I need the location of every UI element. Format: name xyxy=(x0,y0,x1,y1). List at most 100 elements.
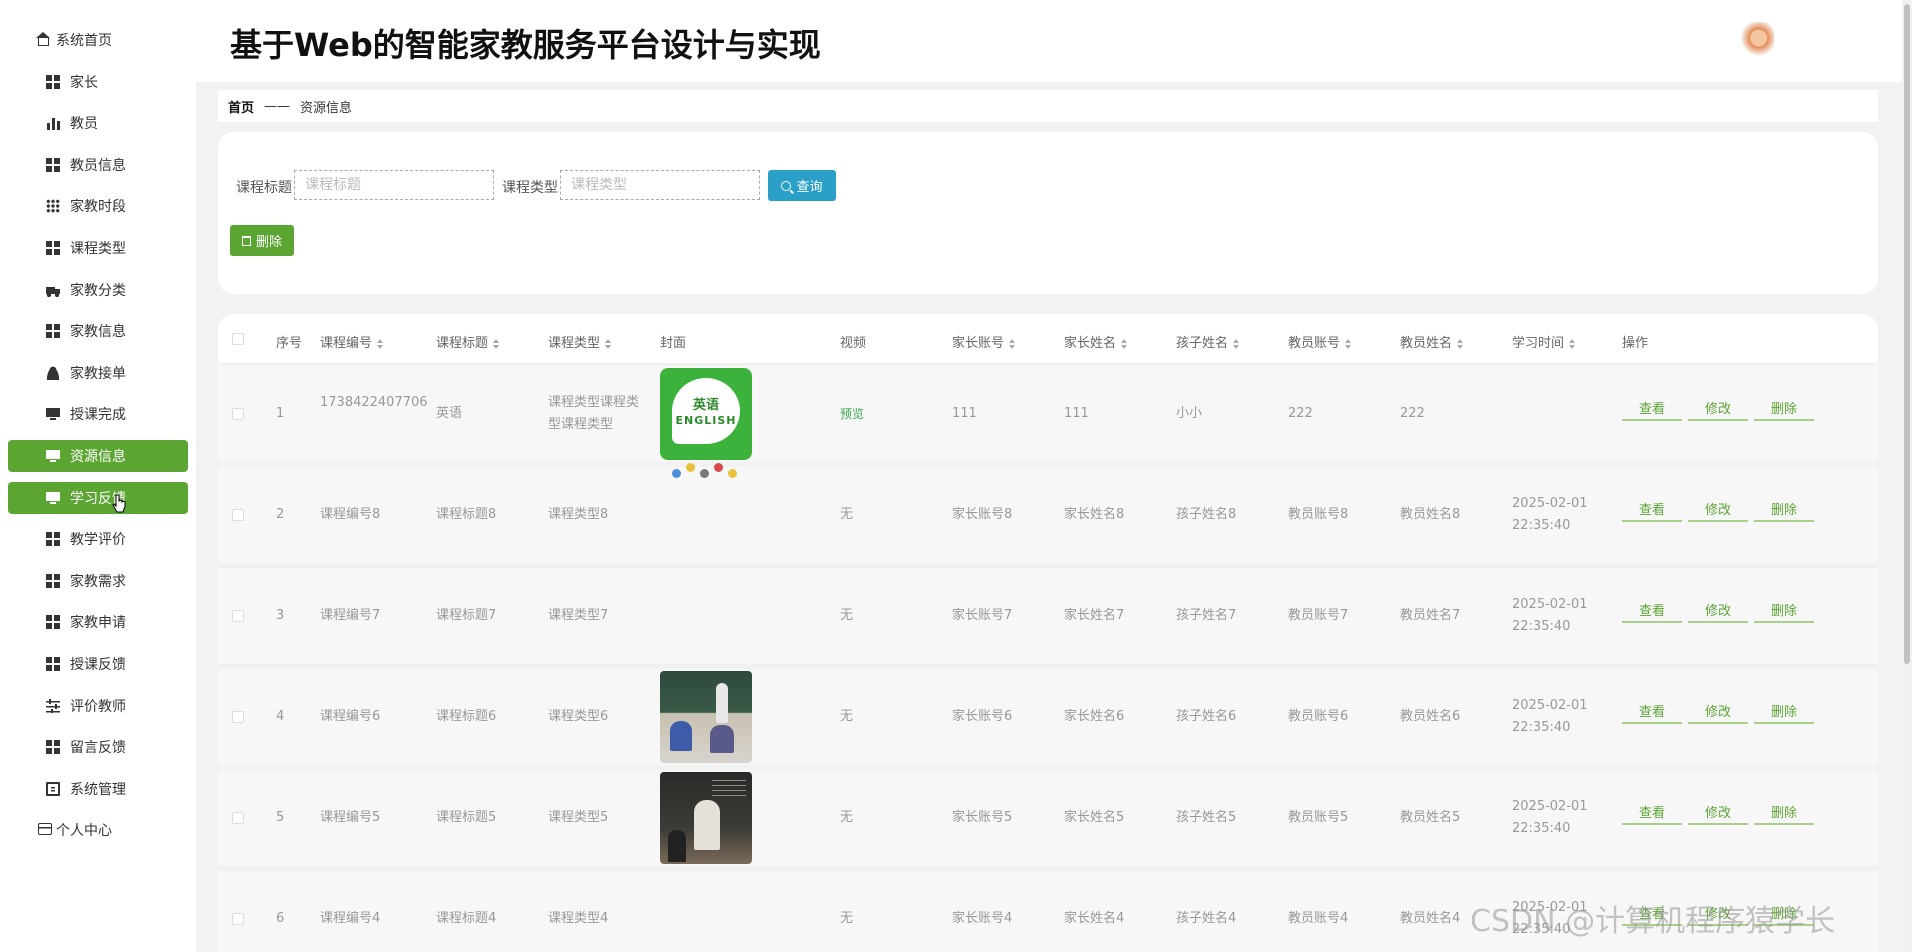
column-header[interactable]: 家长姓名 xyxy=(1064,332,1128,351)
sidebar-item[interactable]: 教员 xyxy=(8,107,188,139)
edit-button[interactable]: 修改 xyxy=(1688,497,1748,522)
home-icon xyxy=(36,32,50,46)
column-header[interactable]: 课程标题 xyxy=(436,332,500,351)
sidebar-item[interactable]: 个人中心 xyxy=(8,814,188,846)
select-all-checkbox[interactable] xyxy=(232,333,244,345)
column-header[interactable]: 孩子姓名 xyxy=(1176,332,1240,351)
sort-icon[interactable] xyxy=(1121,338,1128,349)
edit-button[interactable]: 修改 xyxy=(1688,699,1748,724)
sort-icon[interactable] xyxy=(1009,338,1016,349)
cell-child-name: 孩子姓名5 xyxy=(1176,810,1237,825)
sidebar-item[interactable]: 家教需求 xyxy=(8,565,188,597)
sort-icon[interactable] xyxy=(1345,338,1352,349)
sidebar-item[interactable]: 系统首页 xyxy=(8,24,188,56)
sidebar-item-label: 家教信息 xyxy=(70,324,126,341)
sidebar-item[interactable]: 系统管理 xyxy=(8,773,188,805)
truck-icon xyxy=(46,282,60,297)
row-checkbox[interactable] xyxy=(232,913,244,925)
sort-icon[interactable] xyxy=(1569,338,1576,349)
watermark: CSDN @计算机程序猿学长 xyxy=(1470,904,1836,939)
grid-icon xyxy=(46,157,60,172)
edit-button[interactable]: 修改 xyxy=(1688,396,1748,421)
table-row: 4 课程编号6 课程标题6 课程类型6 无 家长账号6 家长姓名6 孩子姓名6 教员账号6 教员姓… xyxy=(218,669,1878,765)
view-button[interactable]: 查看 xyxy=(1622,396,1682,421)
sort-icon[interactable] xyxy=(493,338,500,349)
chalkboard xyxy=(712,780,746,800)
sort-icon[interactable] xyxy=(377,338,384,349)
view-button[interactable]: 查看 xyxy=(1622,598,1682,623)
page-scrollbar[interactable] xyxy=(1902,0,1912,952)
sidebar-item[interactable]: 授课反馈 xyxy=(8,648,188,680)
sidebar-item[interactable]: 家教分类 xyxy=(8,274,188,306)
grid-icon xyxy=(46,740,60,755)
view-button[interactable]: 查看 xyxy=(1622,699,1682,724)
sidebar-item[interactable]: 家教信息 xyxy=(8,315,188,347)
sidebar-item-label: 资源信息 xyxy=(70,449,126,465)
row-checkbox[interactable] xyxy=(232,408,244,420)
cell-parent-account: 111 xyxy=(952,406,977,421)
sort-icon[interactable] xyxy=(605,338,612,349)
delete-button[interactable]: 删除 xyxy=(1754,396,1814,421)
course-type-input[interactable] xyxy=(560,170,760,200)
grid-icon xyxy=(46,615,60,630)
sidebar-item[interactable]: 家教申请 xyxy=(8,606,188,638)
sidebar-item[interactable]: 课程类型 xyxy=(8,232,188,264)
delete-button[interactable]: 删除 xyxy=(1754,497,1814,522)
sort-icon[interactable] xyxy=(1457,338,1464,349)
sidebar-item-label: 家教需求 xyxy=(70,573,126,590)
person-icon xyxy=(46,365,60,380)
delete-button[interactable]: 删除 xyxy=(1754,699,1814,724)
cell-code: 1738422407706 xyxy=(320,395,428,410)
column-header[interactable]: 教员姓名 xyxy=(1400,332,1464,351)
card-icon xyxy=(38,823,52,836)
sidebar-item[interactable]: 家教接单 xyxy=(8,357,188,389)
column-header[interactable]: 课程编号 xyxy=(320,332,384,351)
row-checkbox[interactable] xyxy=(232,610,244,622)
view-button[interactable]: 查看 xyxy=(1622,497,1682,522)
row-checkbox[interactable] xyxy=(232,711,244,723)
cell-video[interactable]: 预览 xyxy=(840,403,900,425)
bar-chart-icon xyxy=(46,116,60,131)
delete-button[interactable]: 删除 xyxy=(1754,598,1814,623)
user-avatar[interactable] xyxy=(1740,22,1774,62)
sidebar-item[interactable]: 教学评价 xyxy=(8,523,188,555)
cell-title: 课程标题7 xyxy=(436,608,497,623)
sidebar-item-label: 教员信息 xyxy=(70,157,126,174)
row-checkbox[interactable] xyxy=(232,812,244,824)
column-header[interactable]: 学习时间 xyxy=(1512,332,1576,351)
row-checkbox[interactable] xyxy=(232,509,244,521)
sidebar-item-label: 授课完成 xyxy=(70,407,126,424)
delete-button[interactable]: 删除 xyxy=(1754,800,1814,825)
edit-button[interactable]: 修改 xyxy=(1688,800,1748,825)
breadcrumb-home[interactable]: 首页 xyxy=(228,97,254,116)
course-title-input[interactable] xyxy=(294,170,494,200)
cell-teacher-account: 教员账号7 xyxy=(1288,608,1349,623)
column-header-label: 学习时间 xyxy=(1512,336,1565,351)
column-header: 序号 xyxy=(276,332,302,351)
column-header[interactable]: 家长账号 xyxy=(952,332,1016,351)
cell-index: 3 xyxy=(276,608,285,623)
view-button[interactable]: 查看 xyxy=(1622,800,1682,825)
sidebar-item[interactable]: 资源信息 xyxy=(8,440,188,472)
sidebar-item[interactable]: 授课完成 xyxy=(8,398,188,430)
data-table: 序号 课程编号 课程标题 课程类型 封面 视频 家长账号 家长姓名 孩子姓名 教员账号 教员姓名 学习… xyxy=(218,314,1878,952)
column-header-label: 课程类型 xyxy=(548,336,601,351)
grid-icon xyxy=(46,532,60,547)
cell-time: 2025-02-01 22:35:40 xyxy=(1512,698,1588,735)
sidebar-item[interactable]: 留言反馈 xyxy=(8,731,188,763)
cell-time: 2025-02-01 22:35:40 xyxy=(1512,799,1588,836)
sidebar-item[interactable]: 学习反馈 xyxy=(8,481,188,514)
batch-delete-button[interactable]: 删除 xyxy=(230,225,294,256)
scrollbar-thumb[interactable] xyxy=(1904,4,1910,664)
sidebar-item[interactable]: 家教时段 xyxy=(8,190,188,222)
column-header-label: 教员账号 xyxy=(1288,336,1341,351)
cover-text: ENGLISH xyxy=(675,414,737,427)
column-header[interactable]: 教员账号 xyxy=(1288,332,1352,351)
sort-icon[interactable] xyxy=(1233,338,1240,349)
sidebar-item[interactable]: 评价教师 xyxy=(8,690,188,722)
column-header[interactable]: 课程类型 xyxy=(548,332,612,351)
search-button[interactable]: 查询 xyxy=(768,170,836,201)
edit-button[interactable]: 修改 xyxy=(1688,598,1748,623)
sidebar-item[interactable]: 家长 xyxy=(8,66,188,98)
sidebar-item[interactable]: 教员信息 xyxy=(8,149,188,181)
